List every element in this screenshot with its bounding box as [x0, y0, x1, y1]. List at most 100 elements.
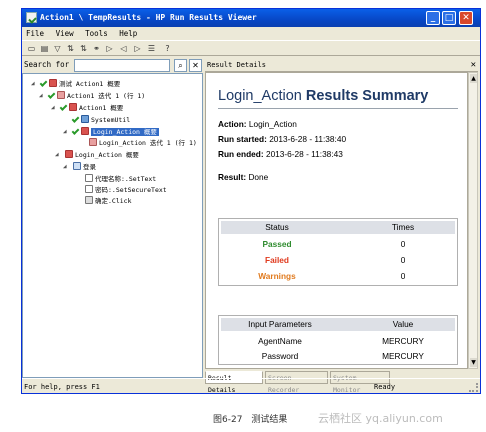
result-details-header: Result Details ✕ — [205, 58, 478, 72]
search-input[interactable] — [74, 59, 170, 72]
sys-node-icon — [81, 115, 89, 123]
passed-check-icon — [71, 115, 80, 123]
result-details-title: Result Details — [207, 61, 267, 69]
tree-node-label: 登录 — [83, 163, 96, 171]
tree-node[interactable]: ◢ Login_Action 概要 — [55, 150, 139, 161]
run-started-label: Run started: — [218, 134, 267, 144]
action-value: Login_Action — [248, 119, 297, 129]
passed-check-icon — [59, 103, 68, 111]
report-scrollbar[interactable]: ▲ ▼ — [468, 72, 478, 369]
title-bar[interactable]: Action1 \ TempResults - HP Run Results V… — [22, 9, 480, 27]
btn-node-icon — [85, 196, 93, 204]
print-icon[interactable]: ▤ — [39, 43, 50, 54]
report-title: Login_Action Results Summary — [218, 88, 428, 104]
result-details-pane: Result Details ✕ Login_Action Results Su… — [203, 58, 480, 394]
scroll-down-icon[interactable]: ▼ — [470, 358, 477, 367]
tree-node-label: 密码:.SetSecureText — [95, 186, 167, 194]
tree-node[interactable]: Login_Action 迭代 1 (行 1) — [89, 138, 197, 149]
menu-view[interactable]: View — [56, 29, 74, 38]
tree-node-label: 测试 Action1 概要 — [59, 80, 121, 88]
close-button[interactable]: ✕ — [459, 11, 473, 25]
clear-search-icon[interactable]: ✕ — [189, 59, 202, 72]
results-viewer-window: Action1 \ TempResults - HP Run Results V… — [21, 8, 481, 394]
back-arrow-icon[interactable]: ◁ — [118, 43, 129, 54]
list-icon[interactable]: ☰ — [146, 43, 157, 54]
status-cell: Failed — [265, 255, 289, 265]
result-row: Result: Done — [218, 172, 268, 182]
action-node-icon — [65, 150, 73, 158]
open-icon[interactable]: ▭ — [26, 43, 37, 54]
help-icon[interactable]: ? — [162, 43, 173, 54]
menu-bar: File View Tools Help — [22, 27, 480, 40]
watermark: 云栖社区 yq.aliyun.com — [318, 412, 443, 425]
times-cell: 0 — [400, 255, 406, 265]
menu-help[interactable]: Help — [119, 29, 137, 38]
result-value: Done — [248, 172, 269, 182]
expand-arrow-icon[interactable]: ◢ — [39, 93, 45, 99]
tree-node[interactable]: 密码:.SetSecureText — [85, 185, 167, 196]
status-table: Status Times Passed 0 Failed 0 Warnings 0 — [218, 218, 458, 286]
toolbar: ▭ ▤ ▽ ⇅ ⇅ ⚭ ▷ ◁ ▷ ☰ ? — [22, 40, 480, 56]
parameter-name-cell: AgentName — [258, 336, 302, 346]
run-started-value: 2013-6-28 - 11:38:40 — [269, 134, 347, 144]
expand-arrow-icon[interactable]: ◢ — [63, 164, 69, 170]
close-pane-icon[interactable]: ✕ — [471, 58, 476, 72]
status-cell: Passed — [262, 239, 292, 249]
search-row: Search for ⌕ ✕ — [22, 58, 203, 73]
tree-node-label: 代理名称:.SetText — [95, 175, 157, 183]
run-ended-row: Run ended: 2013-6-28 - 11:38:43 — [218, 149, 343, 159]
times-cell: 0 — [400, 239, 406, 249]
expand-arrow-icon[interactable]: ◢ — [55, 152, 61, 158]
run-ended-value: 2013-6-28 - 11:38:43 — [265, 149, 343, 159]
scroll-up-icon[interactable]: ▲ — [470, 74, 477, 83]
action-label: Action: — [218, 119, 247, 129]
expand-icon[interactable]: ⚭ — [91, 43, 102, 54]
parameter-column-header: Input Parameters — [248, 319, 312, 329]
passed-check-icon — [47, 91, 56, 99]
find-icon[interactable]: ⇅ — [65, 43, 76, 54]
edit-node-icon — [85, 185, 93, 193]
resize-grip[interactable] — [469, 383, 478, 392]
status-column-header: Status — [265, 222, 289, 232]
expand-arrow-icon[interactable]: ◢ — [51, 105, 57, 111]
tree-node[interactable]: ◢ Action1 迭代 1 (行 1) — [39, 91, 145, 102]
go-to-icon[interactable]: ▷ — [104, 43, 115, 54]
tree-node[interactable]: ◢ Login_Action 概要 — [63, 127, 159, 138]
times-column-header: Times — [391, 222, 415, 232]
find-next-icon[interactable]: ⇅ — [78, 43, 89, 54]
tree-node[interactable]: 确定.Click — [85, 196, 131, 207]
figure-caption: 图6-27 测试结果 云栖社区 yq.aliyun.com — [0, 408, 486, 428]
result-label: Result: — [218, 172, 247, 182]
passed-check-icon — [71, 127, 80, 135]
run-started-row: Run started: 2013-6-28 - 11:38:40 — [218, 134, 346, 144]
tree-node[interactable]: 代理名称:.SetText — [85, 174, 156, 185]
maximize-button[interactable]: □ — [442, 11, 456, 25]
filter-icon[interactable]: ▽ — [52, 43, 63, 54]
menu-file[interactable]: File — [26, 29, 44, 38]
tree-node-label: 确定.Click — [95, 197, 132, 205]
tree-node[interactable]: ◢ 登录 — [63, 162, 96, 173]
tree-node[interactable]: ◢ Action1 概要 — [51, 103, 123, 114]
minimize-button[interactable]: _ — [426, 11, 440, 25]
results-report: Login_Action Results Summary Action: Log… — [205, 72, 468, 369]
search-label: Search for — [24, 60, 70, 69]
iter-node-icon — [57, 91, 65, 99]
value-column-header: Value — [392, 319, 414, 329]
action-row: Action: Login_Action — [218, 119, 297, 129]
expand-arrow-icon[interactable]: ◢ — [31, 81, 37, 87]
tree-node-label: Login_Action 概要 — [91, 128, 159, 136]
action-node-icon — [81, 127, 89, 135]
input-parameters-table: Input Parameters Value AgentName MERCURY P… — [218, 315, 458, 365]
report-title-action: Login_Action — [218, 88, 302, 104]
page-node-icon — [73, 162, 81, 170]
expand-arrow-icon[interactable]: ◢ — [63, 129, 69, 135]
figure-caption-text: 图6-27 测试结果 — [213, 415, 288, 425]
tree-node[interactable]: SystemUtil — [71, 115, 130, 126]
iter-node-icon — [89, 138, 97, 146]
menu-tools[interactable]: Tools — [85, 29, 108, 38]
forward-arrow-icon[interactable]: ▷ — [132, 43, 143, 54]
tree-node[interactable]: ◢ 测试 Action1 概要 — [31, 79, 121, 90]
search-icon[interactable]: ⌕ — [174, 59, 187, 72]
ready-status: Ready — [374, 383, 396, 391]
window-title: Action1 \ TempResults - HP Run Results V… — [40, 13, 257, 22]
